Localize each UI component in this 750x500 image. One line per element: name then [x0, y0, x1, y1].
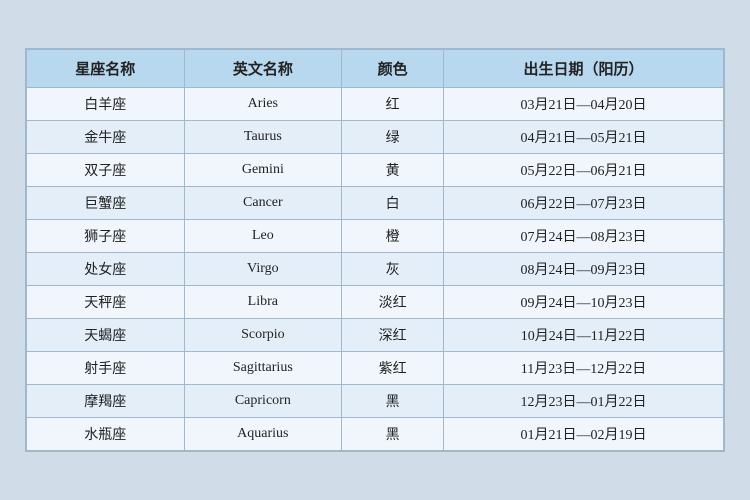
cell-chinese: 处女座: [27, 253, 185, 286]
cell-color: 白: [342, 187, 444, 220]
cell-english: Aries: [184, 88, 342, 121]
table-row: 水瓶座Aquarius黑01月21日—02月19日: [27, 418, 724, 451]
cell-english: Leo: [184, 220, 342, 253]
table-row: 巨蟹座Cancer白06月22日—07月23日: [27, 187, 724, 220]
cell-dates: 03月21日—04月20日: [444, 88, 724, 121]
cell-dates: 07月24日—08月23日: [444, 220, 724, 253]
table-row: 摩羯座Capricorn黑12月23日—01月22日: [27, 385, 724, 418]
cell-dates: 06月22日—07月23日: [444, 187, 724, 220]
cell-english: Scorpio: [184, 319, 342, 352]
zodiac-table-container: 星座名称 英文名称 颜色 出生日期（阳历） 白羊座Aries红03月21日—04…: [25, 48, 725, 452]
cell-chinese: 金牛座: [27, 121, 185, 154]
cell-english: Sagittarius: [184, 352, 342, 385]
cell-color: 黑: [342, 385, 444, 418]
table-row: 处女座Virgo灰08月24日—09月23日: [27, 253, 724, 286]
cell-chinese: 天秤座: [27, 286, 185, 319]
table-row: 天秤座Libra淡红09月24日—10月23日: [27, 286, 724, 319]
cell-chinese: 白羊座: [27, 88, 185, 121]
header-english: 英文名称: [184, 50, 342, 88]
cell-color: 紫红: [342, 352, 444, 385]
cell-color: 灰: [342, 253, 444, 286]
table-header-row: 星座名称 英文名称 颜色 出生日期（阳历）: [27, 50, 724, 88]
cell-english: Capricorn: [184, 385, 342, 418]
cell-color: 深红: [342, 319, 444, 352]
cell-chinese: 射手座: [27, 352, 185, 385]
cell-english: Cancer: [184, 187, 342, 220]
table-row: 天蝎座Scorpio深红10月24日—11月22日: [27, 319, 724, 352]
zodiac-table: 星座名称 英文名称 颜色 出生日期（阳历） 白羊座Aries红03月21日—04…: [26, 49, 724, 451]
table-row: 白羊座Aries红03月21日—04月20日: [27, 88, 724, 121]
cell-chinese: 双子座: [27, 154, 185, 187]
table-row: 金牛座Taurus绿04月21日—05月21日: [27, 121, 724, 154]
cell-dates: 11月23日—12月22日: [444, 352, 724, 385]
table-row: 狮子座Leo橙07月24日—08月23日: [27, 220, 724, 253]
cell-dates: 05月22日—06月21日: [444, 154, 724, 187]
cell-chinese: 巨蟹座: [27, 187, 185, 220]
table-row: 双子座Gemini黄05月22日—06月21日: [27, 154, 724, 187]
cell-dates: 01月21日—02月19日: [444, 418, 724, 451]
cell-english: Libra: [184, 286, 342, 319]
cell-color: 绿: [342, 121, 444, 154]
header-chinese: 星座名称: [27, 50, 185, 88]
cell-color: 淡红: [342, 286, 444, 319]
table-row: 射手座Sagittarius紫红11月23日—12月22日: [27, 352, 724, 385]
cell-dates: 04月21日—05月21日: [444, 121, 724, 154]
cell-chinese: 摩羯座: [27, 385, 185, 418]
cell-dates: 12月23日—01月22日: [444, 385, 724, 418]
cell-chinese: 水瓶座: [27, 418, 185, 451]
header-dates: 出生日期（阳历）: [444, 50, 724, 88]
cell-color: 橙: [342, 220, 444, 253]
table-body: 白羊座Aries红03月21日—04月20日金牛座Taurus绿04月21日—0…: [27, 88, 724, 451]
cell-dates: 10月24日—11月22日: [444, 319, 724, 352]
cell-dates: 09月24日—10月23日: [444, 286, 724, 319]
cell-english: Virgo: [184, 253, 342, 286]
header-color: 颜色: [342, 50, 444, 88]
cell-english: Aquarius: [184, 418, 342, 451]
cell-color: 黄: [342, 154, 444, 187]
cell-color: 黑: [342, 418, 444, 451]
cell-chinese: 天蝎座: [27, 319, 185, 352]
cell-english: Taurus: [184, 121, 342, 154]
cell-color: 红: [342, 88, 444, 121]
cell-english: Gemini: [184, 154, 342, 187]
cell-chinese: 狮子座: [27, 220, 185, 253]
cell-dates: 08月24日—09月23日: [444, 253, 724, 286]
